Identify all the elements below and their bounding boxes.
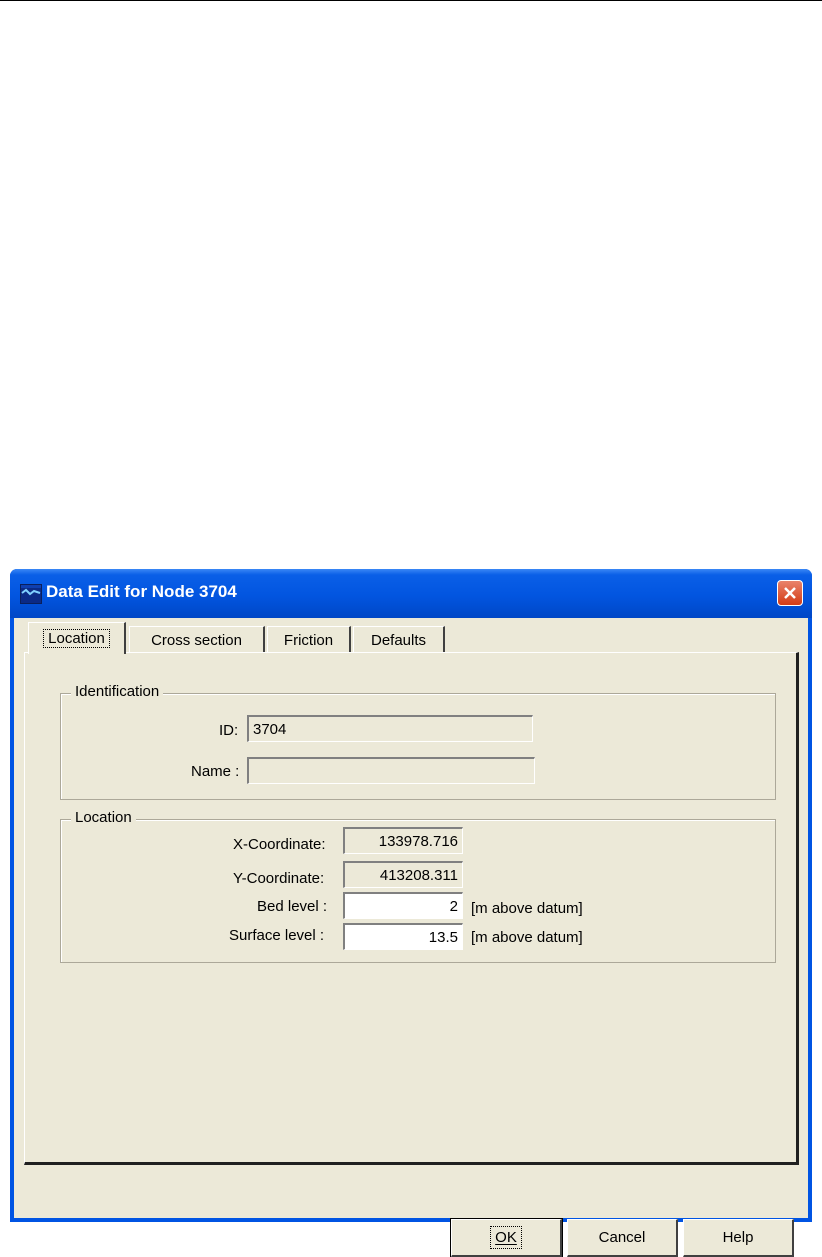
bed-level-unit: [m above datum] bbox=[471, 900, 583, 917]
surface-level-unit: [m above datum] bbox=[471, 929, 583, 946]
tab-label: Friction bbox=[283, 631, 334, 649]
id-label: ID: bbox=[219, 722, 239, 739]
cancel-button[interactable]: Cancel bbox=[567, 1219, 678, 1257]
tab-friction[interactable]: Friction bbox=[267, 626, 351, 653]
ok-button[interactable]: OK bbox=[450, 1218, 563, 1257]
river-icon bbox=[20, 584, 42, 604]
tab-label: Cross section bbox=[151, 631, 242, 649]
surface-level-input[interactable]: 13.5 bbox=[343, 923, 463, 950]
title-bar[interactable]: Data Edit for Node 3704 bbox=[10, 569, 812, 618]
cancel-button-label: Cancel bbox=[598, 1229, 646, 1246]
name-label: Name : bbox=[191, 763, 240, 780]
surface-level-label: Surface level : bbox=[229, 927, 325, 944]
x-coordinate-label: X-Coordinate: bbox=[233, 836, 326, 853]
tab-cross-section[interactable]: Cross section bbox=[129, 626, 265, 653]
close-icon[interactable] bbox=[777, 580, 803, 606]
tab-defaults[interactable]: Defaults bbox=[353, 626, 445, 653]
window-title: Data Edit for Node 3704 bbox=[46, 582, 237, 601]
ok-button-label: OK bbox=[490, 1226, 522, 1249]
dialog-client-area: Location Cross section Friction Defaults… bbox=[14, 618, 808, 1257]
page-top-rule bbox=[0, 0, 822, 1]
tab-label: Location bbox=[43, 629, 110, 648]
help-button[interactable]: Help bbox=[683, 1219, 794, 1257]
bed-level-label: Bed level : bbox=[257, 898, 328, 915]
y-coordinate-field: 413208.311 bbox=[343, 861, 463, 888]
location-group: Location X-Coordinate: 133978.716 Y-Coor… bbox=[60, 809, 776, 963]
tab-location[interactable]: Location bbox=[28, 622, 126, 654]
tab-label: Defaults bbox=[370, 631, 427, 649]
y-coordinate-label: Y-Coordinate: bbox=[233, 870, 325, 887]
data-edit-dialog: Data Edit for Node 3704 Location Cross s… bbox=[10, 569, 812, 1257]
tab-panel-location: Identification ID: 3704 Name : Location … bbox=[24, 652, 799, 1165]
x-coordinate-field: 133978.716 bbox=[343, 827, 463, 854]
identification-group-label: Identification bbox=[71, 683, 164, 700]
identification-group: Identification ID: 3704 Name : bbox=[60, 683, 776, 800]
name-field bbox=[247, 757, 535, 784]
help-button-label: Help bbox=[722, 1229, 754, 1246]
bed-level-input[interactable]: 2 bbox=[343, 892, 463, 919]
id-field: 3704 bbox=[247, 715, 533, 742]
location-group-label: Location bbox=[71, 809, 136, 826]
